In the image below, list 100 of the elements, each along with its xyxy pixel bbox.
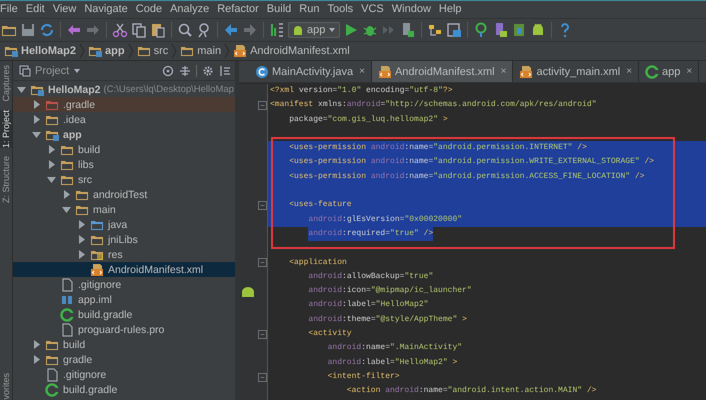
breadcrumb-item[interactable]: AndroidManifest.xml	[230, 44, 353, 58]
code-line: android:label="HelloMap2" >	[326, 356, 458, 369]
close-tab-button[interactable]: ×	[359, 66, 365, 77]
file-icon	[60, 278, 74, 292]
redo-icon[interactable]	[85, 22, 101, 38]
menu-item[interactable]: Edit	[22, 1, 49, 18]
collapse-arrow-icon[interactable]	[62, 205, 71, 214]
menu-item[interactable]: VCS	[357, 1, 388, 18]
menu-item[interactable]: Refactor	[213, 1, 263, 18]
caret-icon	[73, 66, 82, 74]
editor-tab[interactable]: app ×	[639, 61, 700, 82]
project-view-icon	[19, 64, 31, 76]
back-icon[interactable]	[223, 22, 239, 38]
tree-item[interactable]: java	[13, 217, 235, 232]
gradle-file-icon	[45, 382, 59, 396]
tree-item[interactable]: build.gradle	[13, 307, 235, 322]
manifest-file-icon	[378, 64, 392, 78]
menu-item[interactable]: Analyze	[166, 1, 214, 18]
search-icon[interactable]	[177, 22, 193, 38]
forward-icon[interactable]	[242, 22, 258, 38]
save-icon[interactable]	[20, 22, 36, 38]
editor-tab[interactable]: AndroidManifest.xml ×	[372, 61, 514, 82]
tree-item[interactable]: gradle	[13, 352, 235, 367]
breadcrumb-item[interactable]: src	[134, 44, 172, 58]
menu-item[interactable]: View	[48, 1, 80, 18]
expand-arrow-icon[interactable]	[62, 190, 71, 199]
tool-window-tab[interactable]: Captures	[0, 65, 12, 102]
tree-item[interactable]: res	[13, 247, 235, 262]
code-line: <application	[288, 256, 348, 269]
run-configuration-dropdown[interactable]: app	[288, 22, 340, 38]
code-line: <action android:name="android.intent.action.MAIN" />	[346, 385, 598, 398]
menu-item[interactable]: Tools	[323, 1, 358, 18]
manifest-file-icon	[233, 44, 248, 58]
code-line: package="com.gis_luq.hellomap2" >	[288, 114, 449, 126]
code-line: android:label="HelloMap2"	[307, 299, 430, 312]
code-line: android:icon="@mipmap/ic_launcher"	[307, 285, 473, 298]
tree-item[interactable]: main	[13, 202, 235, 217]
breadcrumb-item[interactable]: main	[177, 44, 224, 58]
close-tab-button[interactable]: ×	[686, 66, 692, 77]
cut-icon[interactable]	[112, 22, 128, 38]
tree-item[interactable]: .gradle	[13, 97, 235, 112]
code-line: android:name=".MainActivity"	[326, 342, 464, 354]
copy-icon[interactable]	[131, 22, 147, 38]
tree-item[interactable]: src	[13, 172, 235, 187]
close-tab-button[interactable]: ×	[626, 66, 632, 77]
collapse-arrow-icon[interactable]	[17, 85, 26, 94]
tool-window-tab[interactable]: Z: Structure	[0, 156, 12, 203]
tree-item[interactable]: jniLibs	[13, 232, 235, 247]
menu-item[interactable]: File	[0, 1, 22, 18]
android-icon	[292, 24, 304, 36]
settings-icon[interactable]	[202, 64, 214, 76]
fold-marker-icon[interactable]	[258, 201, 267, 210]
menu-item[interactable]: Help	[434, 1, 466, 18]
code-line: <manifest xmlns:android="http://schemas.android.com/apk/res/android"	[269, 99, 598, 112]
menu-item[interactable]: Build	[262, 1, 296, 18]
editor-tab[interactable]: activity_main.xml ×	[513, 61, 640, 82]
tree-item[interactable]: androidTest	[13, 187, 235, 202]
editor-tab[interactable]: MainActivity.java ×	[249, 61, 372, 82]
tree-item[interactable]: .idea	[13, 112, 235, 127]
fold-marker-icon[interactable]	[258, 258, 267, 268]
tree-item[interactable]: build	[13, 142, 235, 157]
manifest-file-icon	[90, 262, 104, 276]
fold-marker-icon[interactable]	[258, 372, 267, 382]
tree-item[interactable]: .gitignore	[13, 277, 235, 292]
collapse-arrow-icon[interactable]	[47, 175, 56, 184]
tool-window-tab[interactable]: 1: Project	[0, 110, 12, 148]
tree-item[interactable]: build	[13, 337, 235, 352]
fold-marker-icon[interactable]	[258, 100, 267, 110]
file-icon	[60, 322, 74, 336]
file-icon	[45, 368, 59, 382]
tree-item[interactable]: build.gradle	[13, 382, 235, 397]
fold-marker-icon[interactable]	[258, 330, 267, 339]
layout-file-icon	[519, 64, 534, 78]
code-line: android:allowBackup="true"	[307, 270, 434, 283]
breadcrumb-item[interactable]: HelloMap2	[1, 44, 80, 58]
close-tab-button[interactable]: ×	[500, 66, 506, 77]
tool-window-tab[interactable]: vorites	[0, 373, 12, 400]
run-icon[interactable]	[343, 22, 360, 38]
tree-item[interactable]: .gitignore	[13, 367, 235, 382]
caret-icon	[328, 26, 336, 34]
menu-item[interactable]: Window	[388, 1, 435, 18]
breadcrumb-item[interactable]: app	[85, 44, 128, 58]
project-path: (C:\Users\lq\Desktop\HelloMap	[104, 84, 234, 95]
code-line: <activity	[307, 328, 353, 340]
tree-item[interactable]: app	[13, 127, 235, 142]
code-line: android:theme="@style/AppTheme" >	[307, 314, 468, 326]
tree-item[interactable]: AndroidManifest.xml	[13, 262, 235, 277]
tree-item[interactable]: app.iml	[13, 292, 235, 307]
tree-item[interactable]: proguard-rules.pro	[13, 322, 235, 337]
gradle-file-icon	[60, 308, 74, 322]
menu-item[interactable]: Code	[132, 1, 166, 18]
tree-item[interactable]: HelloMap2 (C:\Users\lq\Desktop\HelloMap	[13, 82, 235, 97]
menu-item[interactable]: Run	[295, 1, 324, 18]
collapse-arrow-icon[interactable]	[32, 130, 41, 139]
menu-item[interactable]: Navigate	[80, 1, 132, 18]
sync-icon[interactable]	[39, 22, 55, 38]
code-line: <?xml version="1.0" encoding="utf-8"?>	[269, 85, 454, 97]
tree-item[interactable]: libs	[13, 157, 235, 172]
project-view-dropdown[interactable]: Project	[19, 64, 82, 76]
paste-icon[interactable]	[150, 22, 166, 38]
